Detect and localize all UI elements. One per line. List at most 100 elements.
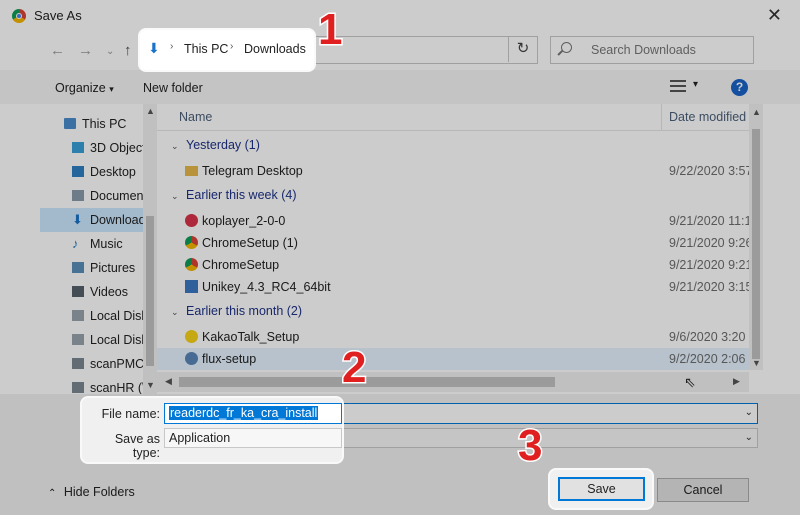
list-item[interactable]: koplayer_2-0-0 9/21/2020 11:14 AM: [157, 210, 749, 232]
folder-icon: [185, 166, 198, 176]
close-icon[interactable]: ✕: [767, 5, 782, 26]
cube-icon: [72, 142, 84, 153]
music-icon: ♪: [72, 236, 79, 251]
file-date: 9/6/2020 3:20 PM: [669, 330, 749, 344]
column-date-modified[interactable]: Date modified: [669, 110, 746, 124]
file-name: koplayer_2-0-0: [202, 214, 286, 228]
list-item[interactable]: Telegram Desktop 9/22/2020 3:57 PM: [157, 160, 749, 182]
group-header[interactable]: ⌄ Yesterday (1): [171, 138, 260, 152]
videos-icon: [72, 286, 84, 297]
breadcrumb-chevron-icon: ›: [230, 41, 234, 52]
nav-scrollbar[interactable]: ▲ ▼: [143, 104, 157, 394]
group-label: Earlier this month (2): [186, 304, 303, 318]
breadcrumb-downloads[interactable]: Downloads: [244, 42, 306, 56]
nav-item-videos[interactable]: Videos: [40, 280, 143, 304]
desktop-icon: [72, 166, 84, 177]
scroll-up-icon[interactable]: ▲: [752, 107, 761, 117]
file-name-field[interactable]: readerdc_fr_ka_cra_install: [164, 403, 342, 424]
scroll-up-icon[interactable]: ▲: [146, 106, 155, 116]
file-date: 9/21/2020 11:14 AM: [669, 214, 749, 228]
new-folder-button[interactable]: New folder: [143, 81, 203, 95]
nav-item-local-disk-c[interactable]: Local Disk (C:): [40, 304, 143, 328]
chevron-down-icon[interactable]: ⌄: [745, 407, 753, 418]
save-type-select[interactable]: Application: [164, 428, 342, 448]
file-date: 9/2/2020 2:06 PM: [669, 352, 749, 366]
file-name: flux-setup: [202, 352, 257, 366]
forward-arrow-icon[interactable]: →: [78, 42, 93, 59]
back-arrow-icon[interactable]: ←: [50, 42, 65, 59]
organize-button[interactable]: Organize ▾: [55, 81, 114, 95]
scroll-left-icon[interactable]: ◀: [165, 376, 172, 387]
refresh-icon[interactable]: ↻: [508, 36, 537, 62]
command-toolbar: Organize ▾ New folder ▾: [0, 70, 800, 104]
save-button[interactable]: Save: [558, 477, 645, 501]
organize-label: Organize: [55, 81, 106, 95]
nav-scroll-thumb[interactable]: [146, 216, 154, 366]
nav-item-this-pc[interactable]: This PC: [40, 112, 143, 136]
flux-icon: [185, 352, 198, 365]
nav-item-label: Desktop: [90, 165, 136, 179]
search-placeholder: Search Downloads: [591, 43, 696, 57]
scroll-down-icon[interactable]: ▼: [146, 380, 155, 390]
nav-item-downloads[interactable]: ⬇ Downloads: [40, 208, 143, 232]
chevron-down-icon: ▾: [109, 84, 114, 94]
group-header[interactable]: ⌄ Earlier this month (2): [171, 304, 302, 318]
file-name: Unikey_4.3_RC4_64bit: [202, 280, 331, 294]
nav-item-documents[interactable]: Documents: [40, 184, 143, 208]
navigation-pane: This PC 3D Objects Desktop Documents ⬇ D…: [40, 104, 143, 394]
list-item[interactable]: ChromeSetup 9/21/2020 9:21 AM: [157, 254, 749, 276]
chrome-setup-icon: [185, 236, 198, 249]
nav-item-desktop[interactable]: Desktop: [40, 160, 143, 184]
file-date: 9/22/2020 3:57 PM: [669, 164, 749, 178]
column-divider[interactable]: [661, 104, 662, 130]
nav-item-music[interactable]: ♪ Music: [40, 232, 143, 256]
drive-icon: [72, 334, 84, 345]
file-date: 9/21/2020 9:26 AM: [669, 236, 749, 250]
group-header[interactable]: ⌄ Earlier this week (4): [171, 188, 296, 202]
download-arrow-icon: ⬇: [148, 40, 160, 56]
nav-item-scanhr[interactable]: scanHR (\\: [40, 376, 143, 394]
up-arrow-icon[interactable]: ↑: [124, 42, 132, 59]
recent-chevron-icon[interactable]: ⌄: [106, 46, 114, 57]
scroll-right-icon[interactable]: ▶: [733, 376, 740, 387]
search-input[interactable]: Search Downloads: [550, 36, 754, 64]
hide-folders-toggle[interactable]: ⌃ Hide Folders: [48, 485, 135, 499]
nav-item-label: Local Disk (D:): [90, 333, 143, 347]
step-badge-3: 3: [516, 421, 544, 470]
help-icon[interactable]: ?: [731, 79, 748, 96]
list-item[interactable]: KakaoTalk_Setup 9/6/2020 3:20 PM: [157, 326, 749, 348]
column-name[interactable]: Name: [179, 110, 212, 124]
group-label: Earlier this week (4): [186, 188, 297, 202]
cancel-button[interactable]: Cancel: [657, 478, 749, 502]
list-item[interactable]: ChromeSetup (1) 9/21/2020 9:26 AM: [157, 232, 749, 254]
scroll-down-icon[interactable]: ▼: [752, 358, 761, 368]
list-item[interactable]: flux-setup 9/2/2020 2:06 PM: [157, 348, 749, 370]
nav-item-local-disk-d[interactable]: Local Disk (D:): [40, 328, 143, 352]
file-date: 9/21/2020 9:21 AM: [669, 258, 749, 272]
view-dropdown-icon[interactable]: ▾: [693, 79, 698, 90]
network-drive-icon: [72, 358, 84, 369]
view-options-icon[interactable]: [670, 80, 686, 92]
breadcrumb-this-pc[interactable]: This PC: [184, 42, 228, 56]
chevron-down-icon: ⌄: [171, 141, 179, 151]
nav-item-label: Documents: [90, 189, 143, 203]
download-arrow-icon: ⬇: [72, 212, 83, 227]
highlight-save: Save: [550, 470, 652, 508]
chevron-down-icon: ⌄: [744, 432, 753, 443]
file-list-hscrollbar[interactable]: ◀ ▶: [157, 372, 749, 392]
file-name: Telegram Desktop: [202, 164, 303, 178]
vscroll-thumb[interactable]: [752, 129, 760, 359]
file-list-vscrollbar[interactable]: ▲ ▼: [749, 104, 763, 370]
column-header: Name Date modified: [157, 104, 749, 131]
unikey-icon: [185, 280, 198, 293]
search-icon: [561, 42, 572, 53]
nav-item-label: Downloads: [90, 213, 143, 227]
list-item[interactable]: Unikey_4.3_RC4_64bit 9/21/2020 3:15 AM: [157, 276, 749, 298]
nav-item-label: This PC: [82, 117, 127, 131]
nav-item-scanpmc[interactable]: scanPMC (\\: [40, 352, 143, 376]
nav-item-3d-objects[interactable]: 3D Objects: [40, 136, 143, 160]
nav-item-pictures[interactable]: Pictures: [40, 256, 143, 280]
nav-item-label: Videos: [90, 285, 128, 299]
hscroll-thumb[interactable]: [179, 377, 555, 387]
file-name-value: readerdc_fr_ka_cra_install: [169, 406, 319, 420]
